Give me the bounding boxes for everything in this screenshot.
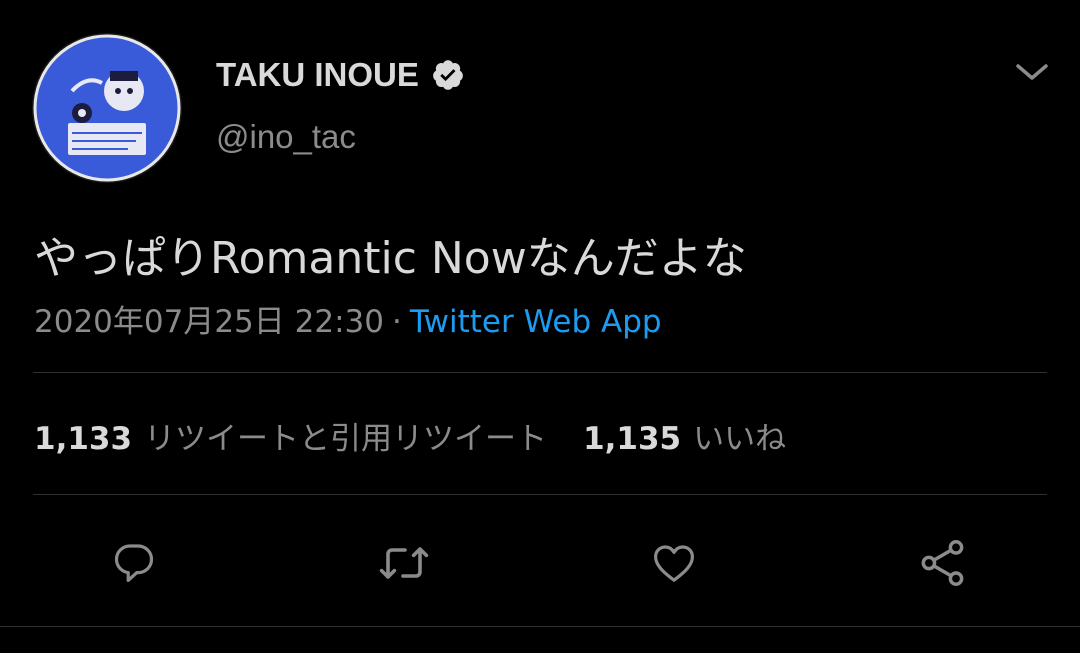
tweet-stats: 1,133 リツイートと引用リツイート 1,135 いいね (34, 413, 786, 458)
source-link[interactable]: Twitter Web App (410, 304, 662, 340)
avatar[interactable] (32, 33, 182, 183)
share-icon (921, 540, 964, 586)
likes-stat[interactable]: 1,135 いいね (583, 413, 786, 458)
tweet-text: やっぱりRomantic Nowなんだよな (34, 233, 747, 284)
retweets-count: 1,133 (34, 421, 133, 457)
divider (0, 626, 1080, 627)
record-label-avatar-icon (33, 34, 181, 182)
reply-button[interactable] (106, 537, 162, 589)
divider (33, 494, 1047, 495)
retweet-icon (379, 547, 429, 579)
retweets-label: リツイートと引用リツイート (144, 421, 548, 457)
author-name-row[interactable]: TAKU INOUE (216, 52, 465, 98)
tweet-detail: TAKU INOUE @ino_tac やっぱりRomantic Nowなんだよ… (0, 0, 1080, 653)
reply-icon (114, 544, 154, 583)
divider (33, 372, 1047, 373)
verified-badge-icon (433, 60, 463, 90)
like-button[interactable] (646, 537, 702, 589)
likes-label: いいね (693, 421, 787, 457)
retweet-button[interactable] (376, 537, 432, 589)
display-name[interactable]: TAKU INOUE (216, 56, 419, 94)
heart-icon (654, 545, 694, 582)
timestamp[interactable]: 2020年07月25日 22:30 (34, 304, 384, 340)
retweets-stat[interactable]: 1,133 リツイートと引用リツイート (34, 413, 547, 458)
chevron-down-icon[interactable] (1014, 58, 1050, 86)
user-handle[interactable]: @ino_tac (216, 118, 356, 156)
meta-separator: · (391, 304, 402, 340)
tweet-meta: 2020年07月25日 22:30 · Twitter Web App (34, 296, 662, 341)
share-button[interactable] (915, 537, 971, 589)
likes-count: 1,135 (583, 421, 682, 457)
